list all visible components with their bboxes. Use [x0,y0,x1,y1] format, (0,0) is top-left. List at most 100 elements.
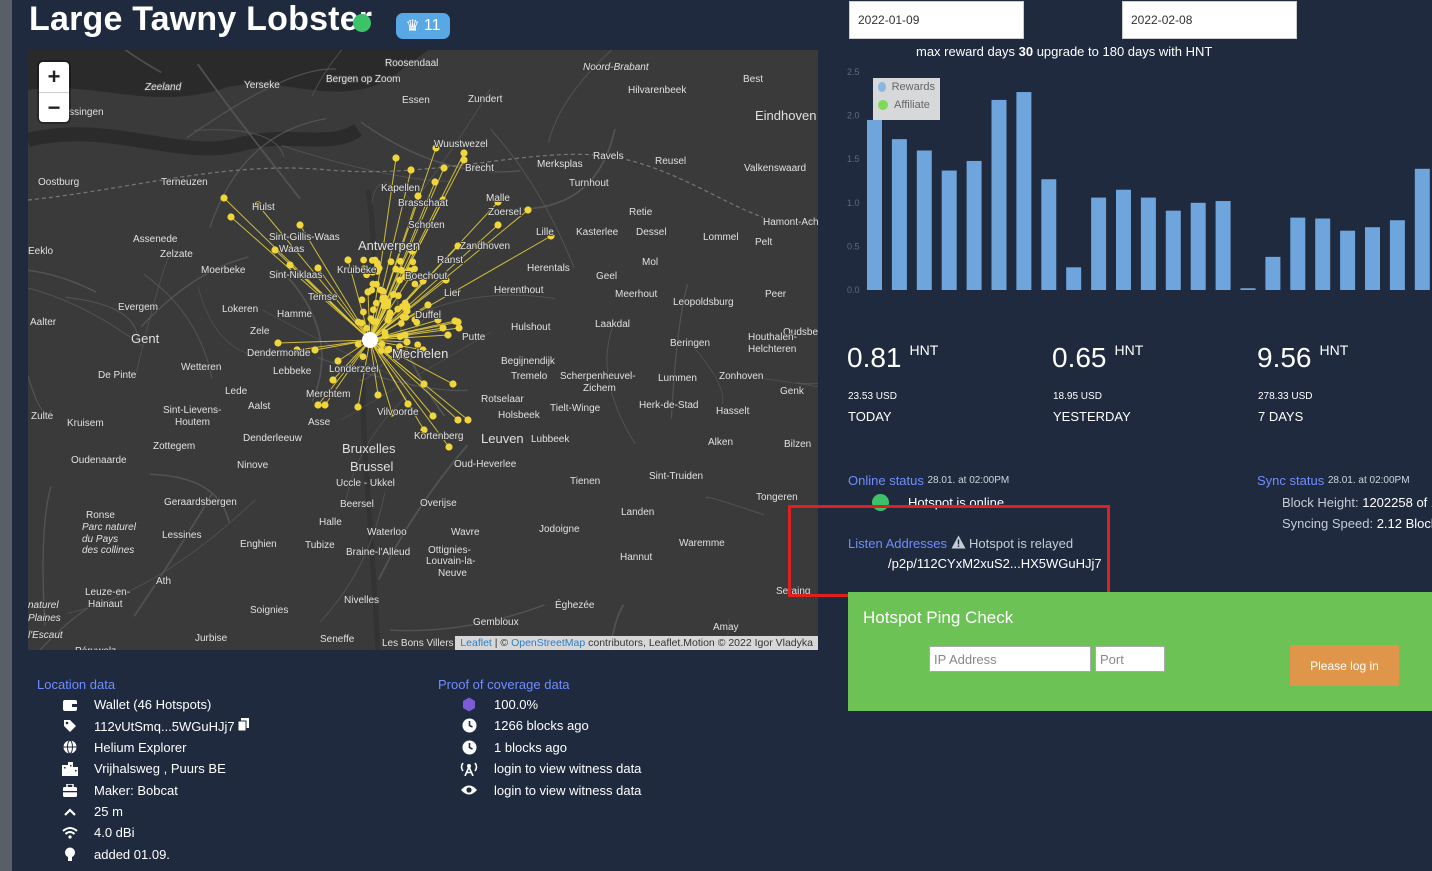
map-place-label: Gembloux [473,617,519,628]
witness-marker [271,246,279,254]
witness-marker [396,276,403,284]
location-item-text: Helium Explorer [94,739,187,755]
port-input[interactable]: Port [1095,646,1165,672]
witness-marker [354,340,362,348]
map-place-label: Halle [319,517,342,528]
reward-bar [966,160,982,290]
location-item[interactable]: Wallet (46 Hotspots) [59,697,211,712]
coverage-item-text: 1 blocks ago [494,739,567,755]
block-height-row: Block Height: 1202258 of 1 [1282,495,1432,510]
witness-marker [227,213,235,221]
witness-marker [449,380,457,388]
end-date-input[interactable]: 2022-02-08 [1122,1,1297,39]
map-place-label: Nivelles [344,595,379,606]
zoom-in-button[interactable]: + [39,62,69,93]
reward-bar [1340,230,1356,290]
coverage-data-title-text: Proof of coverage data [438,677,570,692]
location-item-text: added 01.09. [94,846,170,862]
witness-marker [377,347,385,354]
max-reward-note: max reward days 30 upgrade to 180 days w… [916,44,1212,59]
witness-marker [274,339,282,347]
map-place-label: Essen [402,95,430,106]
hotspot-map[interactable]: Noord-Brabant Bergen op Zoom Roosendaal Zee… [28,50,818,650]
map-road [390,604,545,632]
legend-affiliate-label: Affiliate [894,99,930,111]
y-tick-label: 1.5 [847,154,860,164]
caret-up-icon [59,807,81,817]
map-place-label: Lummen [658,373,697,384]
witness-marker [381,294,389,302]
online-status-time: 28.01. at 02:00PM [927,475,1010,486]
coverage-item[interactable]: login to view witness data [458,761,641,777]
map-place-label: du Pays [82,534,118,545]
map-place-label: Sint-Niklaas [269,270,322,281]
map-place-label: Tremelo [511,371,548,382]
witness-marker [370,306,377,314]
start-date-input[interactable]: 2022-01-09 [849,1,1024,39]
max-reward-upgrade[interactable]: upgrade to 180 days with HNT [1037,44,1213,59]
legend-rewards[interactable]: Rewards [873,78,940,96]
witness-marker [220,194,228,202]
witness-marker [360,308,367,316]
reward-bar [991,99,1007,291]
map-place-label: Peer [765,289,787,300]
clock-icon [458,740,480,755]
highlight-box [788,505,1110,597]
map-place-label: Overijse [420,498,457,509]
map-canvas[interactable]: Noord-Brabant Bergen op Zoom Roosendaal Zee… [28,50,818,650]
map-place-label: Hulst [252,202,275,213]
map-place-label: Sint-Gillis-Waas [269,232,340,243]
map-place-label: Leopoldsburg [673,297,734,308]
crown-badge[interactable]: ♛ 11 [396,13,450,39]
location-item[interactable]: Helium Explorer [59,740,186,755]
map-place-label: Zeeland [144,82,182,93]
map-place-label: Geraardsbergen [164,497,237,508]
block-height-label: Block Height: [1282,495,1359,510]
copy-icon[interactable] [237,718,249,734]
leaflet-link[interactable]: Leaflet [460,637,492,649]
reward-bar [1140,197,1156,290]
zoom-out-button[interactable]: − [39,93,69,123]
map-place-label: Assenede [133,234,178,245]
ip-address-input[interactable]: IP Address [929,646,1091,672]
map-place-label: Lokeren [222,304,258,315]
witness-line [369,209,529,341]
map-place-label: Ronse [86,510,115,521]
map-place-label: Hulshout [511,322,551,333]
login-button[interactable]: Please log in [1290,645,1399,686]
map-place-label: Jodoigne [539,524,580,535]
wifi-icon [59,826,81,839]
sync-status-time: 28.01. at 02:00PM [1327,475,1410,486]
witness-marker [392,154,400,162]
map-place-label: Noord-Brabant [583,62,650,73]
online-status-title[interactable]: Online status [848,473,924,488]
osm-link[interactable]: OpenStreetMap [511,637,585,649]
map-place-label: Gent [131,331,160,346]
witness-marker [344,256,352,264]
map-place-label: Lede [225,386,248,397]
antenna-icon [458,761,480,777]
location-item: 4.0 dBi [59,825,134,840]
map-place-label: Zele [250,326,270,337]
map-place-label: Seneffe [320,634,355,645]
map-road [28,287,144,347]
map-place-label: De Pinte [98,370,137,381]
block-height-value: 1202258 of 1 [1362,495,1432,510]
reward-bar [1265,256,1281,290]
map-place-label: Uccle - Ukkel [336,478,395,489]
map-place-label: Neuve [438,568,467,579]
map-place-label: Brecht [465,163,494,174]
map-place-label: Dendermonde [247,348,311,359]
sync-status-title[interactable]: Sync status [1257,473,1324,488]
location-item: added 01.09. [59,847,170,862]
coverage-item[interactable]: login to view witness data [458,783,641,798]
map-place-label: Zoersel [488,207,521,218]
location-data-title: Location data [37,677,115,692]
witness-marker [379,287,387,295]
witness-marker [440,164,448,172]
stat-today-value: 0.81 HNT [847,342,938,374]
map-place-label: Ottignies- [428,545,471,556]
reward-bar [1290,217,1306,290]
legend-affiliate[interactable]: Affiliate [873,96,940,114]
stat-yesterday-value: 0.65 HNT [1052,342,1143,374]
